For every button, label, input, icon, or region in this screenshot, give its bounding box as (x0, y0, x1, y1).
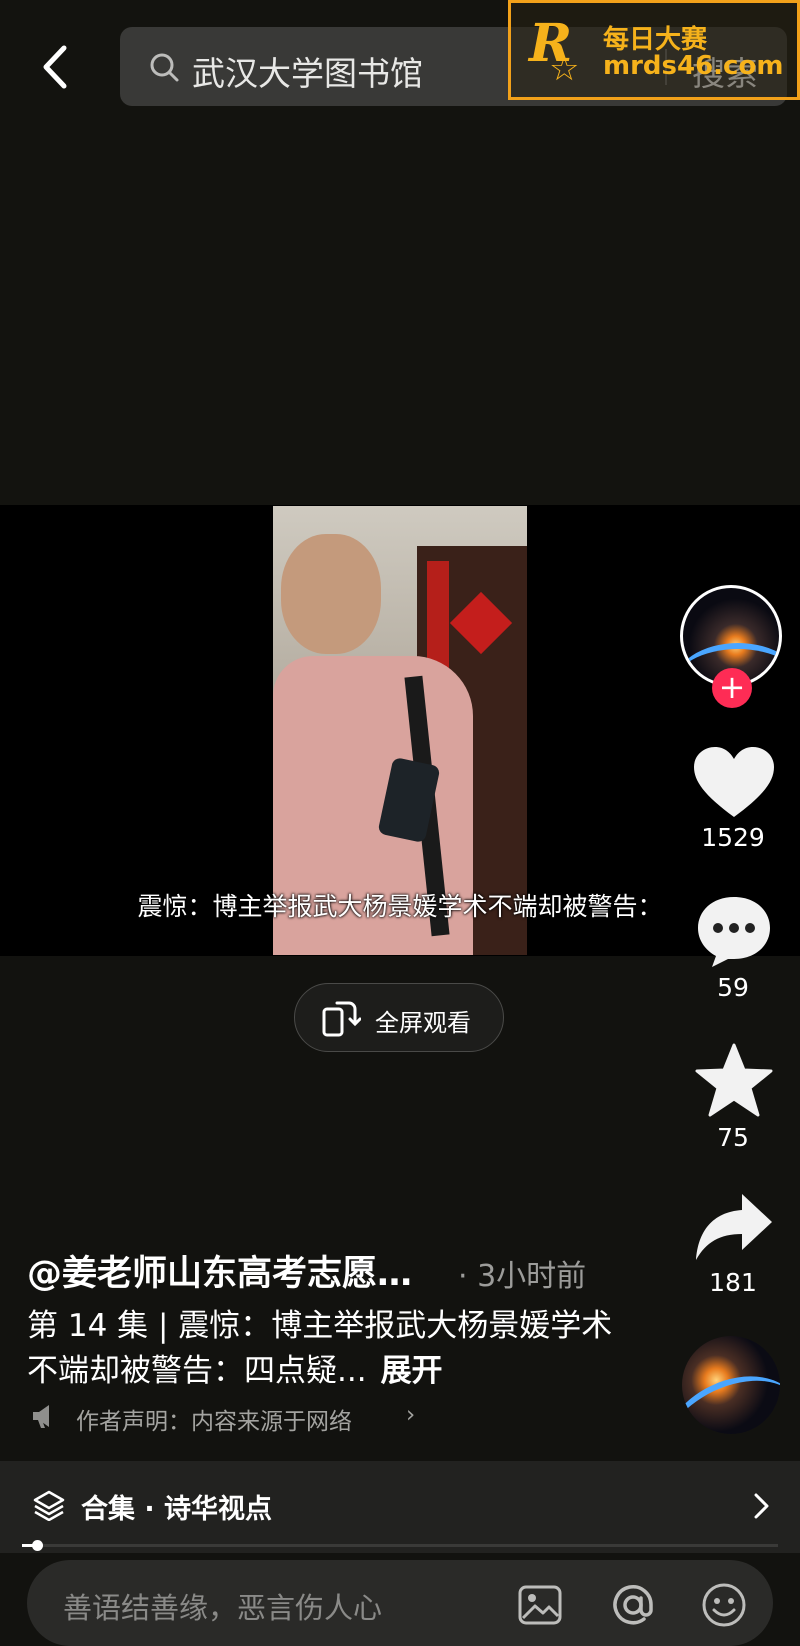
chevron-right-icon (754, 1493, 769, 1519)
comment-count: 59 (717, 973, 749, 1002)
comment-input-bar[interactable]: 善语结善缘，恶言伤人心 (27, 1560, 773, 1646)
video-subtitle: 震惊：博主举报武大杨景媛学术不端却被警告： (137, 892, 663, 921)
collection-label: 合集 · 诗华视点 (81, 1494, 273, 1525)
search-icon (150, 53, 179, 82)
progress-handle[interactable] (32, 1540, 43, 1551)
declaration-text: 作者声明：内容来源于网络 (76, 1409, 352, 1435)
share-icon[interactable] (692, 1190, 776, 1266)
post-time: · 3小时前 (458, 1259, 587, 1294)
search-input[interactable]: 武汉大学图书馆 (192, 47, 423, 95)
expand-button[interactable]: 展开 (381, 1353, 443, 1389)
star-icon[interactable] (692, 1043, 776, 1119)
heart-icon[interactable] (692, 745, 776, 821)
at-icon[interactable] (610, 1582, 656, 1628)
follow-button[interactable]: + (712, 668, 752, 708)
watermark-logo: R ☆ 每日大赛 mrds46.com (508, 0, 800, 100)
comment-icon[interactable] (692, 893, 776, 969)
layers-icon (33, 1490, 65, 1521)
fullscreen-button[interactable]: 全屏观看 (294, 983, 504, 1052)
share-count: 181 (709, 1268, 757, 1297)
collection-bar[interactable]: 合集 · 诗华视点 (0, 1461, 800, 1553)
post-description: 第 14 集 | 震惊：博主举报武大杨景媛学术不端却被警告：四点疑... 展开 (27, 1304, 627, 1394)
music-disc[interactable] (682, 1336, 780, 1434)
like-count: 1529 (701, 823, 765, 852)
description-text: 第 14 集 | 震惊：博主举报武大杨景媛学术不端却被警告：四点疑... (27, 1308, 613, 1389)
emoji-icon[interactable] (701, 1582, 747, 1628)
favorite-count: 75 (717, 1123, 749, 1152)
back-icon (43, 45, 67, 89)
comment-input[interactable]: 善语结善缘，恶言伤人心 (63, 1585, 382, 1627)
rotate-screen-icon (322, 1001, 361, 1037)
image-icon[interactable] (517, 1582, 563, 1628)
back-button[interactable] (36, 42, 76, 92)
author-name[interactable]: @姜老师山东高考志愿… (27, 1245, 412, 1296)
disc-earth-graphic (682, 1355, 780, 1434)
watermark-line2: mrds46.com (603, 51, 784, 81)
video-progress-bar[interactable] (22, 1540, 778, 1551)
chevron-right-icon: › (406, 1402, 416, 1428)
fullscreen-label: 全屏观看 (375, 1009, 471, 1037)
star-icon: ☆ (549, 49, 580, 89)
video-person-head (281, 534, 381, 654)
megaphone-icon (33, 1405, 49, 1428)
